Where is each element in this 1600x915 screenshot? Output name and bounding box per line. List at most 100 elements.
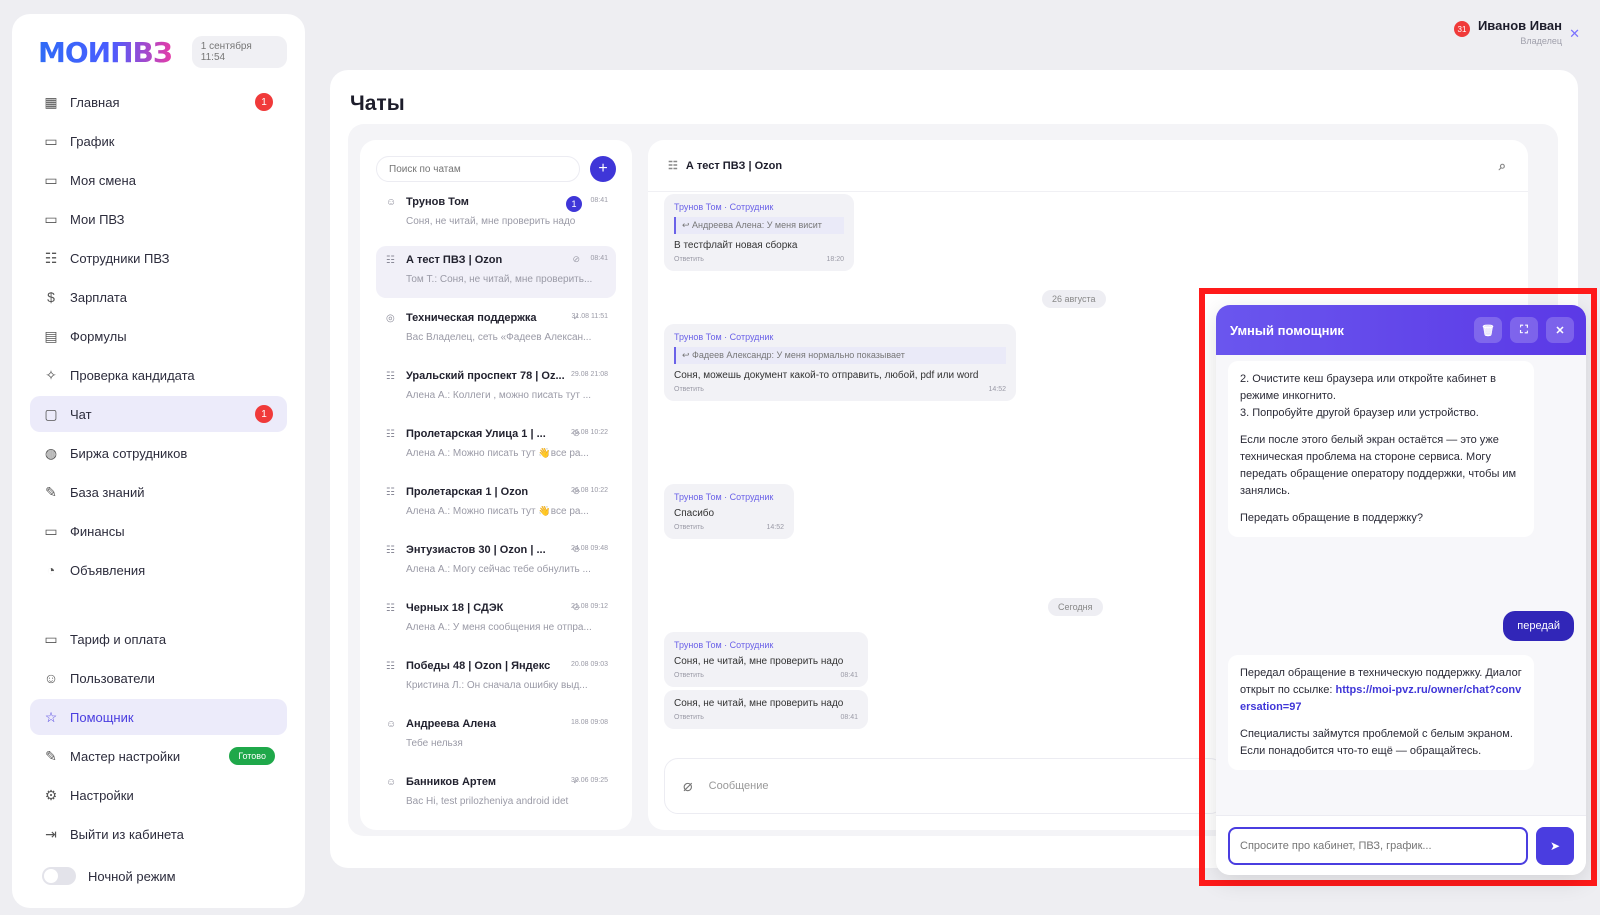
expand-icon[interactable]: ⛶: [1510, 317, 1538, 343]
user-role: Владелец: [1520, 36, 1562, 46]
toggle-switch[interactable]: [42, 867, 76, 885]
sidebar-item[interactable]: ✎ База знаний: [30, 474, 287, 510]
muted-icon: ⊘: [572, 486, 580, 496]
chat-search-input[interactable]: [376, 156, 581, 182]
message-composer[interactable]: ⌀ Сообщение: [664, 758, 1224, 814]
list-item[interactable]: ☺ Банников Артем Вас Hi, test prilozheniya…: [376, 768, 616, 820]
sidebar-item[interactable]: ▢ Чат 1: [30, 396, 287, 432]
list-item[interactable]: ☷ Уральский проспект 78 | Oz... Алена А.: …: [376, 362, 616, 414]
sidebar-item-label: Формулы: [70, 328, 127, 344]
close-icon[interactable]: ✕: [1546, 317, 1574, 343]
night-mode-toggle[interactable]: Ночной режим: [30, 858, 287, 894]
pen-icon: ✎: [45, 483, 57, 500]
night-mode-label: Ночной режим: [88, 868, 176, 884]
reply-link[interactable]: Ответить: [674, 524, 704, 531]
message[interactable]: Соня, не читай, мне проверить надо Ответ…: [664, 690, 868, 729]
list-item[interactable]: ☺ Трунов Том Соня, не читай, мне проверить…: [376, 188, 616, 240]
sidebar-item[interactable]: ☆ Помощник: [30, 699, 287, 735]
conversation-preview: Вас Hi, test prilozheniya android idet: [406, 796, 569, 807]
sidebar-item[interactable]: ▤ Формулы: [30, 318, 287, 354]
sidebar-item[interactable]: ▭ Тариф и оплата: [30, 621, 287, 657]
paperclip-icon[interactable]: ⌀: [683, 776, 693, 796]
sidebar-item[interactable]: ▭ Мои ПВЗ: [30, 201, 287, 237]
sidebar-item-label: Зарплата: [70, 289, 127, 305]
group-icon: ☷: [386, 661, 395, 672]
sidebar-item-label: Мои ПВЗ: [70, 211, 125, 227]
list-item[interactable]: ☷ Пролетарская 1 | Ozon Алена А.: Можно пи…: [376, 478, 616, 530]
message[interactable]: Трунов Том · Сотрудник Спасибо Ответить 1…: [664, 484, 794, 539]
chat-title: А тест ПВЗ | Ozon: [685, 159, 783, 172]
list-item[interactable]: ☷ Энтузиастов 30 | Ozon | ... Алена А.: Мо…: [376, 536, 616, 588]
sidebar-item[interactable]: ☺ Пользователи: [30, 660, 287, 696]
date-separator: 26 августа: [1042, 290, 1106, 308]
message-author: Трунов Том · Сотрудник: [674, 492, 774, 502]
message[interactable]: Трунов Том · Сотрудник Соня, не читай, м…: [664, 632, 868, 687]
conversation-preview: Вас Владелец, сеть «Фадеев Алексан...: [406, 332, 592, 343]
list-item[interactable]: ☷ Черных 18 | СДЭК Алена А.: У меня сообще…: [376, 594, 616, 646]
sidebar-item[interactable]: $ Зарплата: [30, 279, 287, 315]
group-icon: ☷: [386, 371, 395, 382]
send-button[interactable]: ➤: [1536, 826, 1574, 865]
muted-icon: ⊘: [572, 428, 580, 438]
group-icon: ☷: [386, 487, 395, 498]
message-time: 18:20: [826, 256, 844, 263]
list-item[interactable]: ☷ Пролетарская Улица 1 | ... Алена А.: Мож…: [376, 420, 616, 472]
shift-icon: ▭: [44, 171, 58, 188]
assistant-composer: ➤: [1216, 815, 1586, 875]
message[interactable]: Трунов Том · Сотрудник ↩ Андреева Алена:…: [664, 194, 854, 271]
sidebar-item-label: Пользователи: [70, 670, 155, 686]
formula-icon: ▤: [44, 327, 58, 344]
reply-link[interactable]: Ответить: [674, 386, 704, 393]
trash-icon[interactable]: 🗑: [1474, 317, 1502, 343]
group-icon: ☷: [386, 255, 395, 266]
user-name: Иванов Иван: [1477, 18, 1562, 33]
list-item[interactable]: ☷ Победы 48 | Ozon | Яндекс Кристина Л.: О…: [376, 652, 616, 704]
assistant-messages: 2. Очистите кеш браузера или откройте ка…: [1216, 355, 1586, 815]
assistant-text: Если после этого белый экран остаётся — …: [1240, 434, 1517, 498]
list-item[interactable]: ☺ Андреева Алена Тебе нельзя 18.08 09:08: [376, 710, 616, 762]
date-separator: Сегодня: [1048, 598, 1103, 616]
sidebar-item-label: Сотрудники ПВЗ: [70, 250, 170, 266]
sidebar-item-label: Мастер настройки: [70, 748, 181, 764]
page-title: Чаты: [350, 92, 405, 115]
group-icon: ☷: [386, 429, 395, 440]
sidebar-item-label: Помощник: [70, 709, 134, 725]
sidebar-item[interactable]: ▭ Моя смена: [30, 162, 287, 198]
message-author: Трунов Том · Сотрудник: [674, 202, 774, 212]
message[interactable]: Трунов Том · Сотрудник ↩ Фадеев Александ…: [664, 324, 1016, 401]
message-quote: ↩ Андреева Алена: У меня висит: [674, 217, 844, 234]
sidebar-item[interactable]: ▦ Главная 1: [30, 84, 287, 120]
sidebar-item[interactable]: ⚙ Настройки: [30, 777, 287, 813]
search-icon[interactable]: ⌕: [1499, 158, 1506, 174]
sidebar-item[interactable]: ◍ Биржа сотрудников: [30, 435, 287, 471]
conversation-preview: Алена А.: Можно писать тут 👋все ра...: [406, 506, 589, 517]
message-text: Спасибо: [674, 508, 715, 519]
user-menu[interactable]: 31 Иванов Иван Владелец: [1453, 18, 1562, 46]
collapse-icon[interactable]: ✕: [1569, 26, 1580, 42]
assistant-message: Передал обращение в техническую поддержк…: [1228, 655, 1534, 771]
sidebar-item[interactable]: ▭ Финансы: [30, 513, 287, 549]
message-text: В тестфлайт новая сборка: [674, 240, 798, 251]
new-chat-button[interactable]: +: [590, 156, 616, 182]
sidebar-item-label: Объявления: [70, 562, 146, 578]
sidebar-item[interactable]: ▭ График: [30, 123, 287, 159]
sidebar-item[interactable]: ☷ Сотрудники ПВЗ: [30, 240, 287, 276]
conversation-time: 08:41: [590, 255, 608, 262]
list-item[interactable]: ☷ А тест ПВЗ | Ozon Том Т.: Соня, не читай…: [376, 246, 616, 298]
sidebar-item[interactable]: ✎ Мастер настройки Готово: [30, 738, 287, 774]
logo[interactable]: МОИПВЗ: [38, 36, 173, 69]
sidebar-item[interactable]: ⇥ Выйти из кабинета: [30, 816, 287, 852]
reply-link[interactable]: Ответить: [674, 714, 704, 721]
reply-link[interactable]: Ответить: [674, 672, 704, 679]
dollar-icon: $: [47, 289, 55, 305]
sidebar-item[interactable]: ✧ Проверка кандидата: [30, 357, 287, 393]
list-item[interactable]: ◎ Техническая поддержка Вас Владелец, сеть…: [376, 304, 616, 356]
conversation-preview: Алена А.: У меня сообщения не отпра...: [406, 622, 592, 633]
globe-icon: ◍: [44, 444, 58, 461]
reply-link[interactable]: Ответить: [674, 256, 704, 263]
count-badge: 1: [255, 93, 273, 111]
sidebar-item[interactable]: ◔ Объявления: [30, 552, 287, 588]
assistant-input[interactable]: [1228, 826, 1528, 865]
muted-icon: ⊘: [572, 602, 580, 612]
message-time: 08:41: [840, 672, 858, 679]
